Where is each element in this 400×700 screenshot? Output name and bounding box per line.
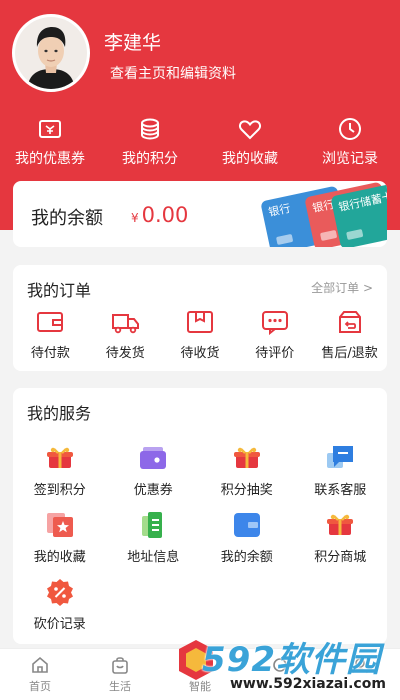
tab-home[interactable]: 首页	[0, 649, 80, 700]
service-label: 地址信息	[127, 550, 180, 565]
box-icon	[186, 311, 213, 333]
tab-life[interactable]: 生活	[80, 649, 160, 700]
order-status-row: 待付款 待发货 待收货 待评价 售后/退款	[13, 309, 387, 361]
order-item-label: 待付款	[30, 346, 70, 361]
quick-link-history[interactable]: 浏览记录	[300, 116, 400, 176]
quick-link-favorites[interactable]: 我的收藏	[200, 116, 300, 176]
service-label: 砍价记录	[33, 617, 86, 632]
service-points-lottery[interactable]: 积分抽奖	[200, 444, 294, 511]
balance-amount: ¥0.00	[131, 203, 188, 227]
balance-value: 0.00	[141, 203, 189, 227]
order-item-label: 售后/退款	[321, 346, 378, 361]
service-bargain-records[interactable]: 砍价记录	[13, 578, 107, 645]
service-balance[interactable]: 我的余额	[200, 511, 294, 578]
quick-link-label: 我的积分	[122, 151, 178, 167]
order-item-label: 待发货	[105, 346, 145, 361]
watermark-brand: 592软件园	[202, 640, 381, 680]
currency-symbol: ¥	[131, 211, 139, 225]
document-icon	[138, 511, 168, 539]
service-label: 优惠券	[133, 483, 173, 498]
balance-label: 我的余额	[31, 208, 103, 229]
services-title: 我的服务	[27, 404, 92, 423]
service-customer-support[interactable]: 联系客服	[294, 444, 388, 511]
service-points-mall[interactable]: 积分商城	[294, 511, 388, 578]
quick-link-label: 浏览记录	[322, 151, 378, 167]
orders-title: 我的订单	[27, 281, 92, 300]
discount-icon	[45, 578, 75, 606]
service-label: 联系客服	[314, 483, 367, 498]
quick-link-label: 我的收藏	[222, 151, 278, 167]
order-pending-payment[interactable]: 待付款	[13, 309, 88, 361]
order-item-label: 待评价	[255, 346, 295, 361]
chat-icon	[325, 444, 355, 472]
site-watermark: 592软件园 www.592xiazai.com	[176, 632, 400, 700]
orders-card: 我的订单 全部订单 > 待付款 待发货 待收货 待评价 售后/退款	[13, 265, 387, 371]
edit-profile-link[interactable]: 查看主页和编辑资料	[110, 63, 236, 83]
service-label: 我的收藏	[33, 550, 86, 565]
service-coupons[interactable]: 优惠券	[107, 444, 201, 511]
gift-box-icon	[325, 511, 355, 539]
star-card-icon	[45, 511, 75, 539]
user-name: 李建华	[104, 32, 162, 54]
home-icon	[32, 656, 48, 673]
coins-icon	[141, 118, 159, 140]
quick-link-label: 我的优惠券	[15, 151, 85, 167]
services-grid: 签到积分 优惠券 积分抽奖 联系客服 我的收藏 地址信息 我的余额 积分商城 砍…	[13, 444, 387, 645]
tab-label: 首页	[29, 680, 51, 693]
service-label: 积分抽奖	[220, 483, 273, 498]
coupon-wallet-icon	[138, 444, 168, 472]
watermark-url: www.592xiazai.com	[230, 676, 386, 692]
order-pending-receipt[interactable]: 待收货	[163, 309, 238, 361]
bag-icon	[112, 657, 128, 674]
ticket-icon	[39, 120, 61, 138]
service-favorites[interactable]: 我的收藏	[13, 511, 107, 578]
tab-label: 生活	[109, 680, 131, 693]
quick-link-points[interactable]: 我的积分	[100, 116, 200, 176]
clock-icon	[339, 118, 361, 140]
heart-icon	[238, 120, 262, 140]
wallet-icon	[37, 312, 64, 332]
service-label: 我的余额	[220, 550, 273, 565]
avatar[interactable]	[12, 14, 90, 92]
service-label: 签到积分	[33, 483, 86, 498]
truck-icon	[112, 314, 140, 334]
quick-links: 我的优惠券 我的积分 我的收藏 浏览记录	[0, 116, 400, 176]
comment-icon	[261, 311, 288, 335]
service-label: 积分商城	[314, 550, 367, 565]
balance-card[interactable]: 我的余额 ¥0.00 银行 银行 银行储蓄卡	[13, 181, 387, 247]
order-after-sales[interactable]: 售后/退款	[312, 309, 387, 361]
refund-icon	[338, 311, 361, 333]
gift-box-icon	[45, 444, 75, 472]
services-card: 我的服务 签到积分 优惠券 积分抽奖 联系客服 我的收藏 地址信息 我的余额 积…	[13, 388, 387, 644]
service-address-info[interactable]: 地址信息	[107, 511, 201, 578]
order-item-label: 待收货	[180, 346, 220, 361]
quick-link-coupons[interactable]: 我的优惠券	[0, 116, 100, 176]
order-pending-review[interactable]: 待评价	[237, 309, 312, 361]
all-orders-link[interactable]: 全部订单 >	[311, 279, 373, 296]
gift-box-icon	[232, 444, 262, 472]
service-checkin-points[interactable]: 签到积分	[13, 444, 107, 511]
order-pending-shipment[interactable]: 待发货	[88, 309, 163, 361]
wallet-card-icon	[232, 511, 262, 539]
